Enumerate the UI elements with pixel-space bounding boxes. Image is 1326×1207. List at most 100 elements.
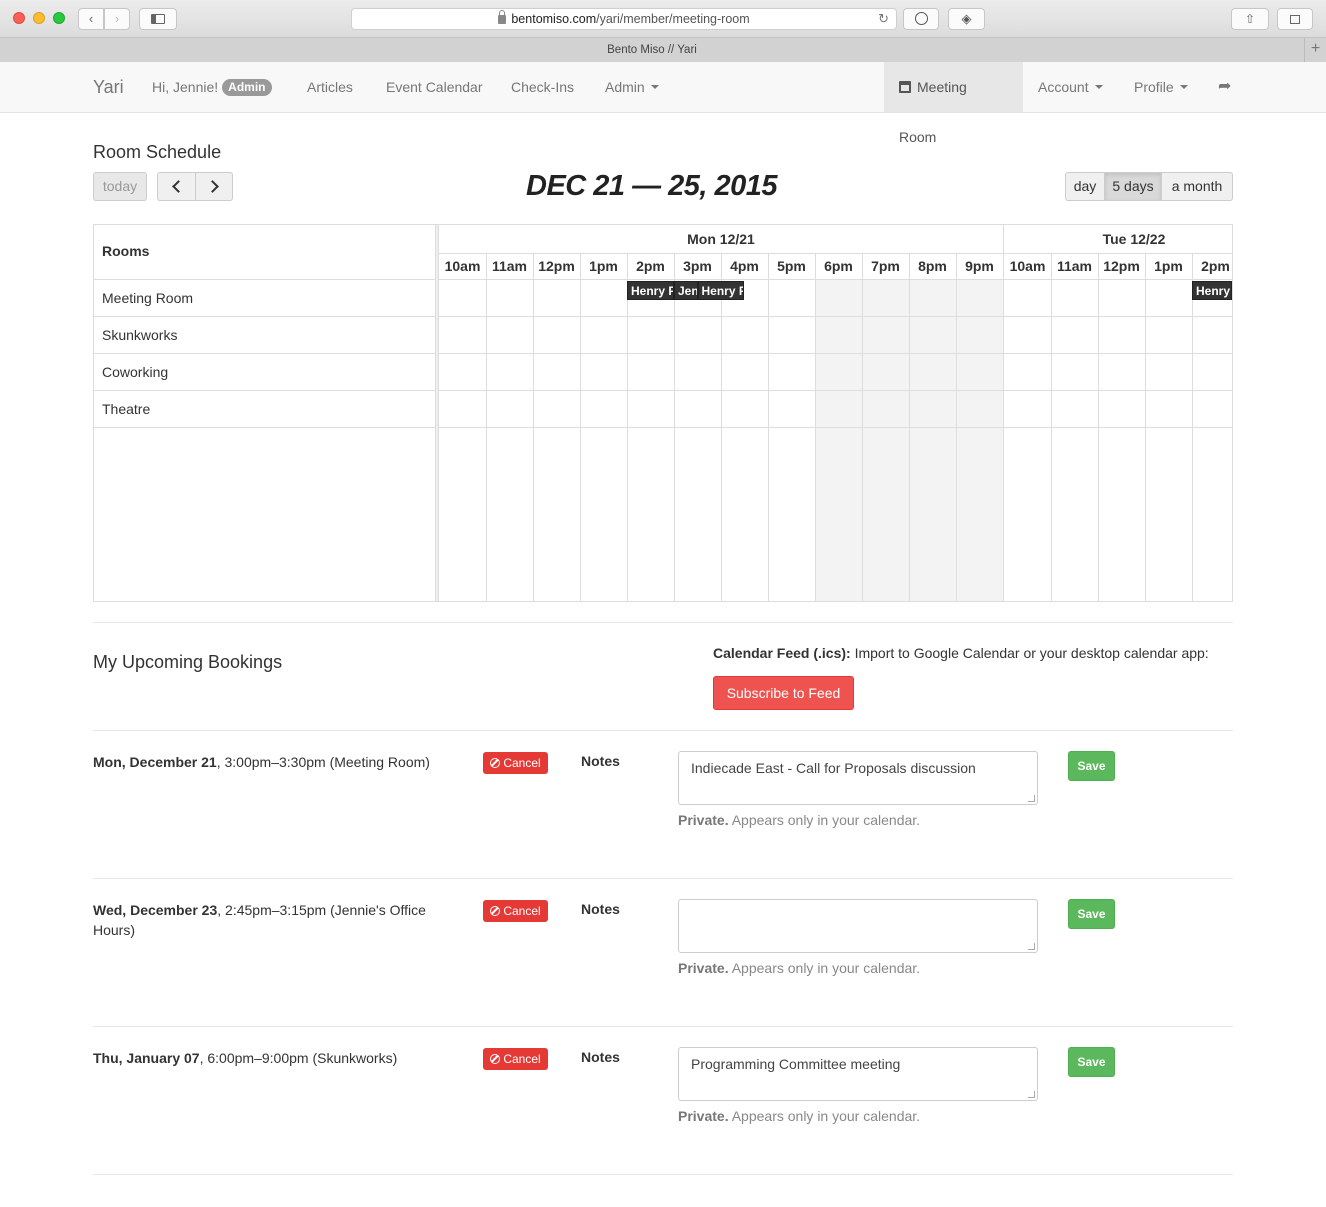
- off-hours-shade: [815, 279, 862, 601]
- save-notes-button[interactable]: Save: [1068, 1047, 1115, 1077]
- booking-date: Thu, January 07: [93, 1050, 200, 1066]
- cancel-booking-button[interactable]: Cancel: [483, 1048, 548, 1070]
- cancel-booking-button[interactable]: Cancel: [483, 900, 548, 922]
- private-text: Appears only in your calendar.: [731, 1108, 921, 1124]
- ban-icon: [490, 1054, 501, 1064]
- close-window-button[interactable]: [13, 12, 25, 24]
- notes-textarea[interactable]: Programming Committee meeting: [678, 1047, 1038, 1101]
- room-schedule-title: Room Schedule: [93, 142, 222, 162]
- private-label: Private.: [678, 812, 729, 828]
- reader-button[interactable]: [903, 8, 939, 30]
- resize-grip-icon[interactable]: [1028, 795, 1035, 802]
- row-gridline: [439, 390, 1232, 391]
- chevron-right-icon: ›: [114, 11, 120, 26]
- brand-link[interactable]: Yari: [93, 62, 124, 112]
- room-row-meeting-room: Meeting Room: [94, 279, 436, 316]
- tab-title[interactable]: Bento Miso // Yari: [0, 38, 1304, 62]
- prev-button[interactable]: [157, 172, 196, 201]
- cancel-label: Cancel: [503, 1052, 541, 1066]
- cancel-label: Cancel: [503, 904, 541, 918]
- tabs-icon: [1290, 15, 1300, 24]
- hour-label: 3pm: [683, 258, 712, 274]
- notes-label: Notes: [581, 901, 620, 917]
- notes-textarea[interactable]: [678, 899, 1038, 953]
- resize-grip-icon[interactable]: [1028, 943, 1035, 950]
- hour-label: 5pm: [777, 258, 806, 274]
- calendar-icon: [899, 81, 911, 93]
- hour-label: 11am: [1056, 258, 1093, 274]
- greeting-text: Hi, Jennie!: [152, 79, 219, 95]
- layers-icon: ◈: [961, 11, 972, 26]
- hour-label: 2pm: [1201, 258, 1230, 274]
- lock-icon: [498, 10, 507, 24]
- booking-detail: , 6:00pm–9:00pm (Skunkworks): [199, 1050, 398, 1066]
- cancel-booking-button[interactable]: Cancel: [483, 752, 548, 774]
- private-hint: Private. Appears only in your calendar.: [678, 960, 920, 976]
- reload-icon[interactable]: ↻: [878, 9, 889, 29]
- booking-date: Mon, December 21: [93, 754, 217, 770]
- next-button[interactable]: [195, 172, 233, 201]
- forward-button[interactable]: ›: [104, 8, 130, 30]
- row-gridline: [439, 427, 1232, 428]
- private-label: Private.: [678, 960, 729, 976]
- view-day-button[interactable]: day: [1065, 172, 1105, 201]
- booking-divider: [93, 1026, 1233, 1027]
- booking-datetime: Mon, December 21, 3:00pm–3:30pm (Meeting…: [93, 752, 463, 772]
- save-notes-button[interactable]: Save: [1068, 751, 1115, 781]
- ban-icon: [490, 906, 501, 916]
- address-bar[interactable]: bentomiso.com/yari/member/meeting-room ↻: [351, 8, 897, 30]
- share-button[interactable]: ⇧: [1231, 8, 1269, 30]
- hour-label: 6pm: [824, 258, 853, 274]
- booking-event[interactable]: Jen: [674, 281, 698, 300]
- cancel-label: Cancel: [503, 756, 541, 770]
- nav-admin-label: Admin: [605, 79, 645, 95]
- nav-account-dropdown[interactable]: Account: [1038, 62, 1103, 112]
- booking-event[interactable]: Henry F: [627, 281, 674, 300]
- new-tab-icon[interactable]: +: [1304, 38, 1326, 62]
- logout-share-icon[interactable]: ➦: [1218, 62, 1231, 112]
- timeline: Mon 12/21 10am 11am 12pm 1pm 2pm 3pm 4pm 5pm 6pm 7…: [439, 225, 1232, 601]
- notes-label: Notes: [581, 1049, 620, 1065]
- row-gridline: [439, 316, 1232, 317]
- hour-label: 4pm: [730, 258, 759, 274]
- navbar: Yari Hi, Jennie! Admin Articles Event Cal…: [0, 62, 1326, 145]
- booking-event[interactable]: Henry: [1192, 281, 1232, 300]
- minimize-window-button[interactable]: [33, 12, 45, 24]
- view-5days-button[interactable]: 5 days: [1104, 172, 1162, 201]
- private-hint: Private. Appears only in your calendar.: [678, 812, 920, 828]
- room-row-end: [94, 427, 436, 428]
- nav-event-calendar[interactable]: Event Calendar: [386, 62, 483, 112]
- resize-grip-icon[interactable]: [1028, 1091, 1035, 1098]
- zoom-window-button[interactable]: [53, 12, 65, 24]
- nav-check-ins[interactable]: Check-Ins: [511, 62, 574, 112]
- room-row-coworking: Coworking: [94, 353, 436, 390]
- back-button[interactable]: ‹: [78, 8, 104, 30]
- sidebar-button[interactable]: [139, 8, 177, 30]
- view-month-button[interactable]: a month: [1161, 172, 1233, 201]
- room-row-theatre: Theatre: [94, 390, 436, 427]
- booking-event[interactable]: Henry F: [697, 281, 744, 300]
- tab-strip: Bento Miso // Yari +: [0, 38, 1326, 62]
- caret-down-icon: [1179, 85, 1188, 89]
- nav-meeting-room[interactable]: Meeting Room: [884, 62, 1023, 145]
- tabs-button[interactable]: [1277, 8, 1313, 30]
- calendar-feed-label: Calendar Feed (.ics):: [713, 645, 851, 661]
- hour-label: 12pm: [538, 258, 575, 274]
- row-gridline: [439, 353, 1232, 354]
- layers-button[interactable]: ◈: [948, 8, 985, 30]
- booking-divider: [93, 1174, 1233, 1175]
- date-range-title: DEC 21 — 25, 2015: [526, 170, 778, 202]
- nav-profile-dropdown[interactable]: Profile: [1134, 62, 1188, 112]
- subscribe-feed-button[interactable]: Subscribe to Feed: [713, 676, 854, 710]
- hour-label: 1pm: [589, 258, 618, 274]
- booking-detail: , 3:00pm–3:30pm (Meeting Room): [216, 754, 430, 770]
- room-schedule-grid: Rooms Meeting Room Skunkworks Coworking …: [93, 224, 1233, 602]
- nav-articles[interactable]: Articles: [307, 62, 353, 112]
- notes-textarea[interactable]: Indiecade East - Call for Proposals disc…: [678, 751, 1038, 805]
- save-notes-button[interactable]: Save: [1068, 899, 1115, 929]
- share-icon: ⇧: [1244, 12, 1256, 26]
- today-button[interactable]: today: [93, 172, 147, 201]
- url-host: bentomiso.com: [511, 12, 597, 26]
- browser-chrome: ‹ › bentomiso.com/yari/member/meeting-ro…: [0, 0, 1326, 62]
- nav-admin-dropdown[interactable]: Admin: [605, 62, 659, 112]
